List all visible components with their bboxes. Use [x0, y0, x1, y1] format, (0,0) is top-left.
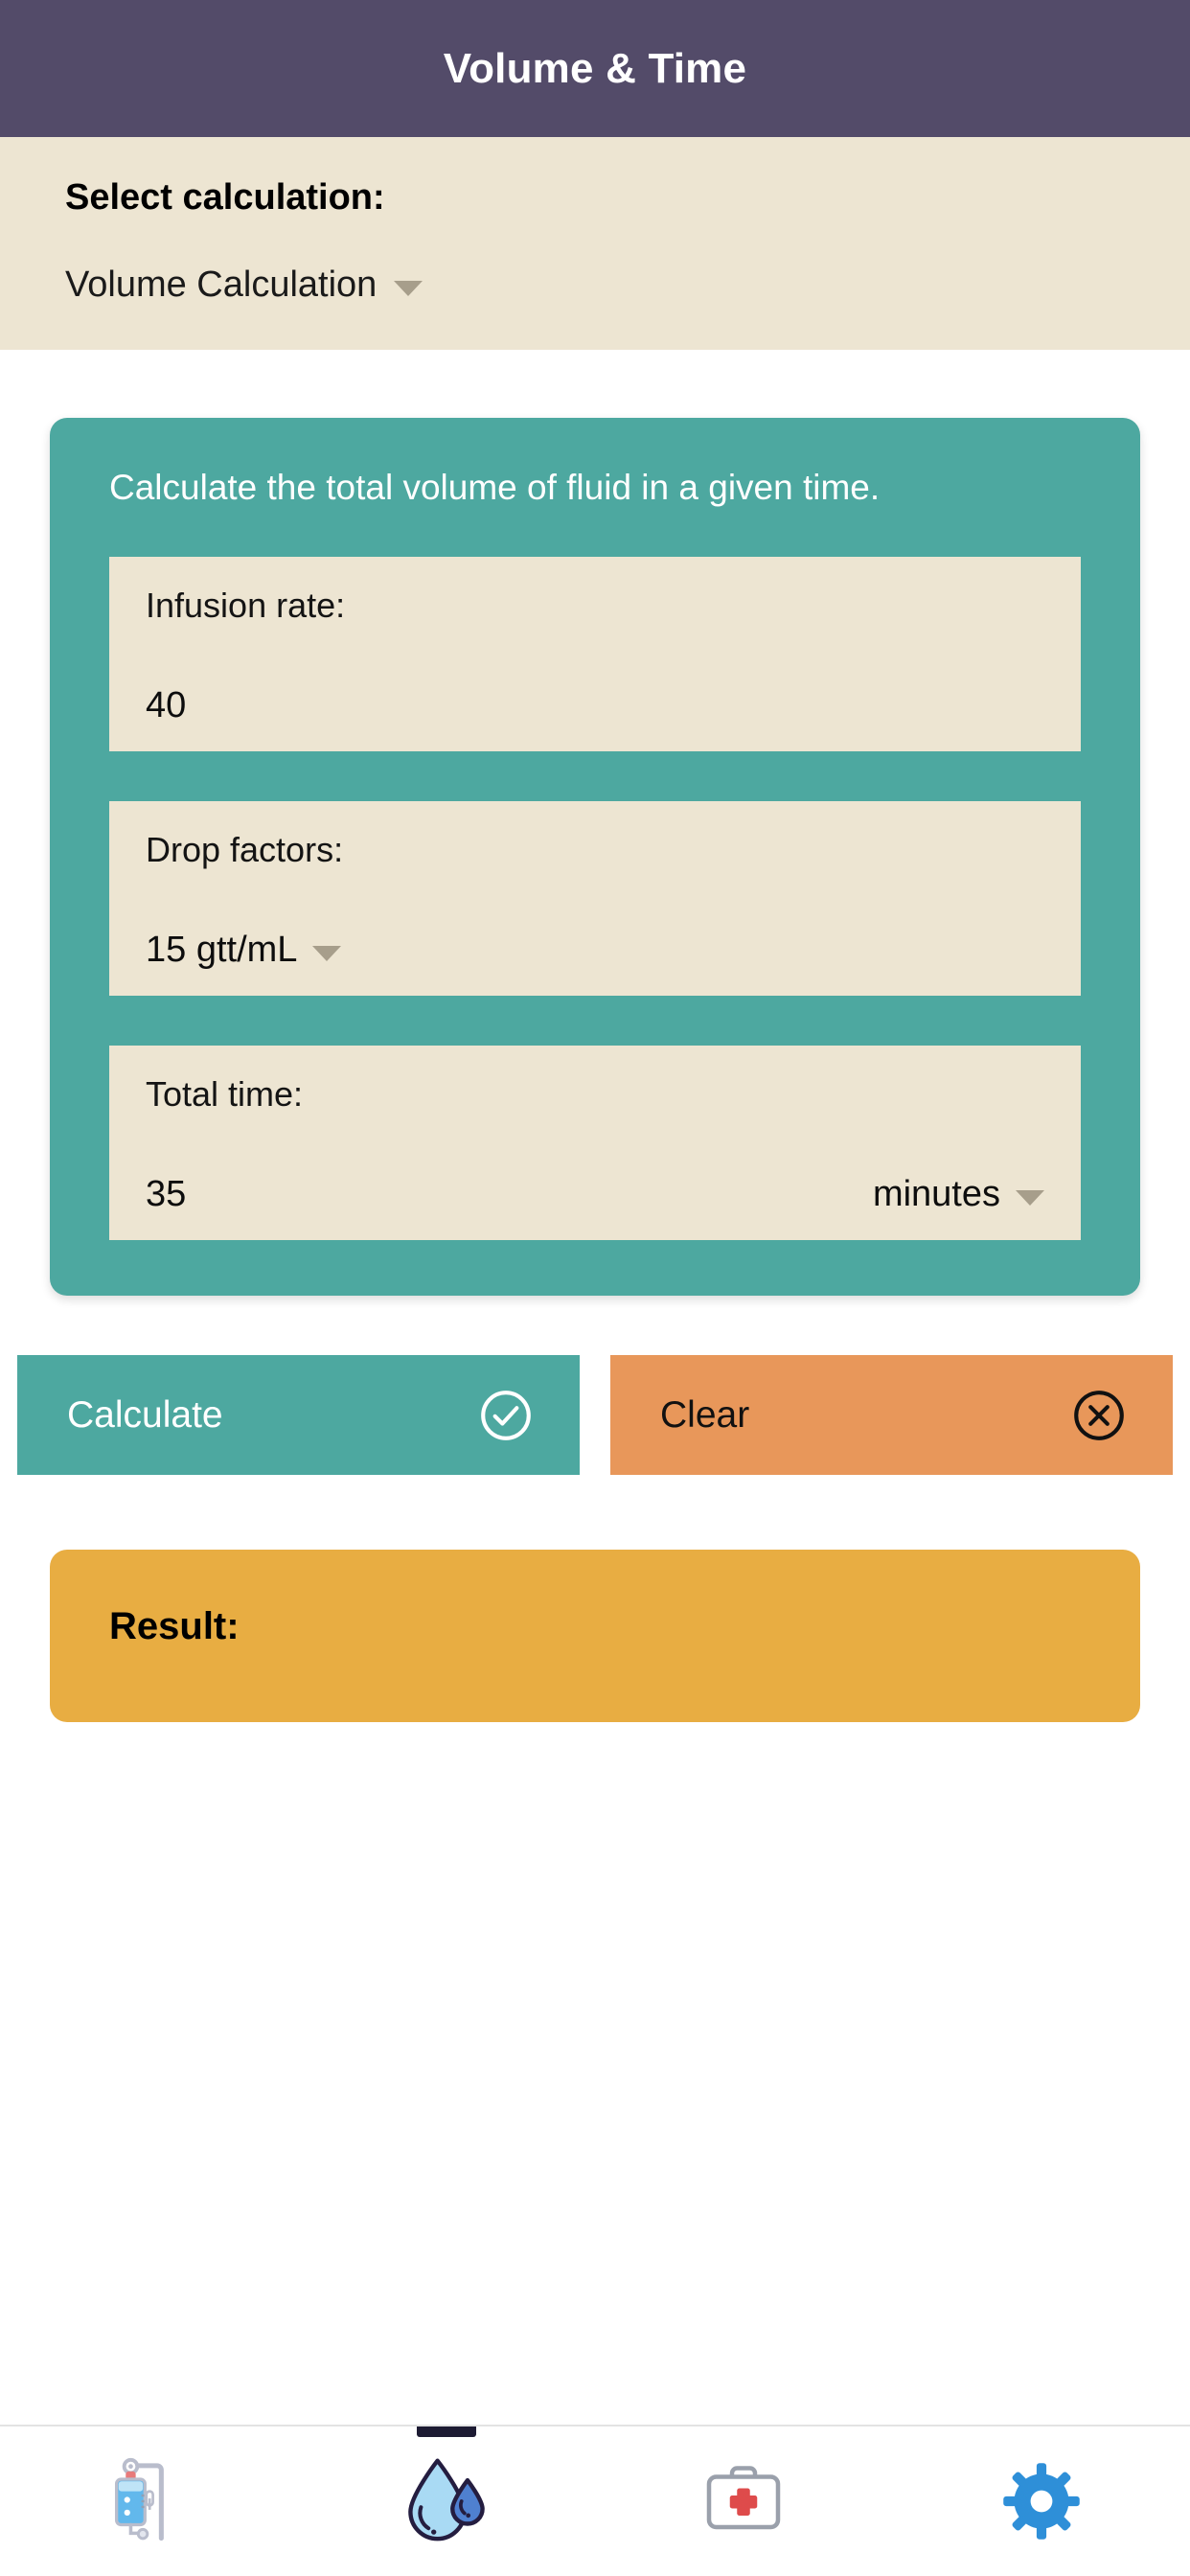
- main-content: Calculate the total volume of fluid in a…: [0, 418, 1190, 1723]
- field-infusion-rate-label: Infusion rate:: [146, 586, 346, 626]
- clear-button-label: Clear: [660, 1393, 750, 1436]
- bottom-navigation-bar: [0, 2425, 1190, 2576]
- field-drop-factors: Drop factors: 15 gtt/mL: [109, 801, 1081, 997]
- total-time-unit-value: minutes: [872, 1174, 1000, 1215]
- check-circle-icon: [476, 1386, 536, 1445]
- nav-item-drop[interactable]: [298, 2426, 596, 2576]
- total-time-unit-dropdown[interactable]: minutes: [873, 1174, 1044, 1215]
- result-label: Result:: [109, 1605, 240, 1648]
- iv-bag-icon: [111, 2457, 186, 2545]
- water-drop-icon: [404, 2456, 489, 2546]
- field-drop-factors-label: Drop factors:: [146, 830, 344, 870]
- total-time-input[interactable]: 35: [146, 1174, 186, 1215]
- calculation-dropdown-value: Volume Calculation: [65, 264, 378, 305]
- nav-item-infusion[interactable]: [0, 2426, 298, 2576]
- select-calculation-label: Select calculation:: [65, 177, 385, 218]
- close-circle-icon: [1069, 1386, 1129, 1445]
- medical-kit-icon: [703, 2463, 784, 2540]
- field-total-time: Total time: 35 minutes: [109, 1046, 1081, 1241]
- nav-item-medical-kit[interactable]: [595, 2426, 893, 2576]
- calculation-card: Calculate the total volume of fluid in a…: [50, 418, 1140, 1297]
- clear-button[interactable]: Clear: [610, 1355, 1173, 1476]
- action-buttons-row: Calculate Clear: [17, 1355, 1173, 1476]
- infusion-rate-input[interactable]: 40: [146, 685, 186, 726]
- field-infusion-rate: Infusion rate: 40: [109, 557, 1081, 752]
- app-bar: Volume & Time: [0, 0, 1190, 137]
- chevron-down-icon: [312, 945, 342, 961]
- page-title: Volume & Time: [443, 44, 747, 92]
- gear-icon: [1001, 2461, 1082, 2542]
- drop-factors-dropdown[interactable]: 15 gtt/mL: [146, 930, 342, 971]
- calculation-selector-section: Select calculation: Volume Calculation: [0, 137, 1190, 350]
- drop-factors-value: 15 gtt/mL: [146, 930, 298, 971]
- chevron-down-icon: [1016, 1189, 1044, 1206]
- calculation-dropdown[interactable]: Volume Calculation: [65, 264, 1125, 306]
- chevron-down-icon: [394, 280, 423, 296]
- nav-item-settings[interactable]: [893, 2426, 1190, 2576]
- field-total-time-label: Total time:: [146, 1074, 304, 1115]
- calculate-button-label: Calculate: [67, 1393, 223, 1436]
- nav-active-indicator: [416, 2426, 476, 2437]
- result-card: Result:: [50, 1550, 1140, 1723]
- calculate-button[interactable]: Calculate: [17, 1355, 580, 1476]
- calculation-description: Calculate the total volume of fluid in a…: [109, 468, 881, 507]
